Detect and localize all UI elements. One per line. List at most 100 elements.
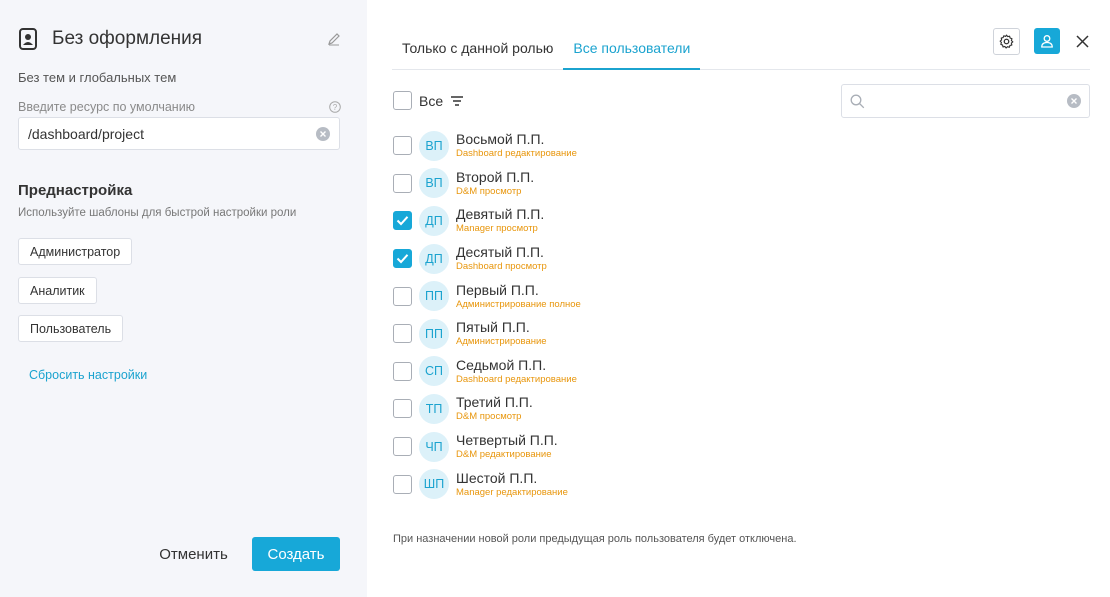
resource-input[interactable] xyxy=(28,125,316,142)
user-role: Dashboard редактирование xyxy=(456,373,577,385)
user-name: Шестой П.П. xyxy=(456,469,538,486)
avatar: СП xyxy=(419,356,449,387)
user-info: Второй П.П. D&M просмотр xyxy=(456,169,534,198)
svg-text:?: ? xyxy=(332,102,337,111)
user-checkbox[interactable] xyxy=(393,437,412,457)
user-checkbox[interactable] xyxy=(393,324,412,344)
resource-input-box xyxy=(18,117,340,150)
user-role: Manager редактирование xyxy=(456,486,568,498)
user-name: Первый П.П. xyxy=(456,281,539,298)
user-info: Первый П.П. Администрирование полное xyxy=(456,282,581,311)
user-name: Второй П.П. xyxy=(456,168,535,185)
list-item[interactable]: ПП Пятый П.П. Администрирование xyxy=(393,315,793,353)
user-role: Dashboard просмотр xyxy=(456,261,547,273)
user-role: D&M просмотр xyxy=(456,411,522,423)
user-name: Четвертый П.П. xyxy=(456,432,558,449)
question-icon[interactable]: ? xyxy=(328,100,341,113)
avatar: ВП xyxy=(419,168,449,199)
user-checkbox[interactable] xyxy=(393,173,412,193)
user-role: Администрирование xyxy=(456,336,547,348)
list-item[interactable]: СП Седьмой П.П. Dashboard редактирование xyxy=(393,353,793,391)
user-checkbox[interactable] xyxy=(393,286,412,306)
user-checkbox[interactable] xyxy=(393,474,412,494)
avatar: ВП xyxy=(419,130,449,161)
list-item[interactable]: ДП Девятый П.П. Manager просмотр xyxy=(393,202,793,240)
user-tabs: Только с данной ролью Все пользователи xyxy=(392,29,1090,70)
avatar: ЧП xyxy=(419,431,449,462)
tab-role-only[interactable]: Только с данной ролью xyxy=(392,29,563,69)
cancel-button[interactable]: Отменить xyxy=(150,538,237,571)
resource-label: Введите ресурс по умолчанию xyxy=(18,100,196,114)
select-all-checkbox[interactable] xyxy=(393,91,412,110)
user-role: Manager просмотр xyxy=(456,223,538,235)
user-name: Девятый П.П. xyxy=(456,206,545,223)
reset-settings-link[interactable]: Сбросить настройки xyxy=(29,368,147,382)
user-search-input[interactable] xyxy=(871,93,1061,109)
avatar: ДП xyxy=(419,243,449,274)
user-info: Девятый П.П. Manager просмотр xyxy=(456,206,544,235)
user-info: Восьмой П.П. Dashboard редактирование xyxy=(456,131,577,160)
pencil-icon[interactable] xyxy=(325,30,343,48)
user-role: Dashboard редактирование xyxy=(456,148,577,160)
filter-icon[interactable] xyxy=(450,95,464,107)
create-button[interactable]: Создать xyxy=(252,537,340,571)
user-info: Седьмой П.П. Dashboard редактирование xyxy=(456,357,577,386)
avatar: ШП xyxy=(419,469,449,500)
tab-all-users[interactable]: Все пользователи xyxy=(563,29,701,70)
user-info: Пятый П.П. Администрирование xyxy=(456,319,547,348)
close-icon xyxy=(1075,34,1089,48)
list-item[interactable]: ШП Шестой П.П. Manager редактирование xyxy=(393,465,793,503)
user-checkbox[interactable] xyxy=(393,249,412,269)
list-item[interactable]: ВП Второй П.П. D&M просмотр xyxy=(393,165,793,203)
list-item[interactable]: ДП Десятый П.П. Dashboard просмотр xyxy=(393,240,793,278)
preset-subtitle: Используйте шаблоны для быстрой настройк… xyxy=(18,207,297,219)
check-icon xyxy=(396,215,409,226)
list-item[interactable]: ПП Первый П.П. Администрирование полное xyxy=(393,277,793,315)
user-info: Десятый П.П. Dashboard просмотр xyxy=(456,244,547,273)
list-item[interactable]: ЧП Четвертый П.П. D&M редактирование xyxy=(393,428,793,466)
preset-title: Преднастройка xyxy=(18,182,133,199)
user-info: Шестой П.П. Manager редактирование xyxy=(456,470,568,499)
user-name: Пятый П.П. xyxy=(456,319,530,336)
user-name: Восьмой П.П. xyxy=(456,131,545,148)
user-icon xyxy=(1040,34,1054,48)
user-button[interactable] xyxy=(1034,28,1060,54)
user-search-box xyxy=(841,84,1090,118)
user-list: ВП Восьмой П.П. Dashboard редактирование ВП… xyxy=(393,127,793,503)
user-name: Десятый П.П. xyxy=(456,244,544,261)
user-checkbox[interactable] xyxy=(393,399,412,419)
user-checkbox[interactable] xyxy=(393,361,412,381)
clear-icon[interactable] xyxy=(1067,94,1081,108)
user-role: D&M просмотр xyxy=(456,185,522,197)
user-info: Третий П.П. D&M просмотр xyxy=(456,394,533,423)
role-header: Без оформления xyxy=(18,26,343,52)
check-icon xyxy=(396,253,409,264)
badge-icon xyxy=(18,26,38,52)
preset-admin-button[interactable]: Администратор xyxy=(18,238,133,265)
avatar: ТП xyxy=(419,393,449,424)
role-settings-panel: Без оформления Без тем и глобальных тем … xyxy=(0,0,367,597)
user-role: Администрирование полное xyxy=(456,298,581,310)
user-checkbox[interactable] xyxy=(393,211,412,231)
user-name: Седьмой П.П. xyxy=(456,356,547,373)
theme-text: Без тем и глобальных тем xyxy=(18,70,177,85)
user-info: Четвертый П.П. D&M редактирование xyxy=(456,432,558,461)
list-item[interactable]: ТП Третий П.П. D&M просмотр xyxy=(393,390,793,428)
avatar: ДП xyxy=(419,205,449,236)
gear-icon xyxy=(999,34,1014,49)
settings-button[interactable] xyxy=(993,28,1020,55)
clear-icon[interactable] xyxy=(316,126,330,141)
avatar: ПП xyxy=(419,281,449,312)
user-name: Третий П.П. xyxy=(456,394,533,411)
user-checkbox[interactable] xyxy=(393,136,412,156)
close-button[interactable] xyxy=(1073,30,1091,52)
search-icon xyxy=(850,94,865,109)
preset-user-button[interactable]: Пользователь xyxy=(18,315,124,342)
preset-analyst-button[interactable]: Аналитик xyxy=(18,277,97,304)
select-all-label: Все xyxy=(419,92,444,109)
role-name: Без оформления xyxy=(52,28,203,49)
footer-note: При назначении новой роли предыдущая рол… xyxy=(393,533,797,545)
user-role: D&M редактирование xyxy=(456,449,552,461)
list-item[interactable]: ВП Восьмой П.П. Dashboard редактирование xyxy=(393,127,793,165)
select-all-row: Все xyxy=(393,91,464,110)
